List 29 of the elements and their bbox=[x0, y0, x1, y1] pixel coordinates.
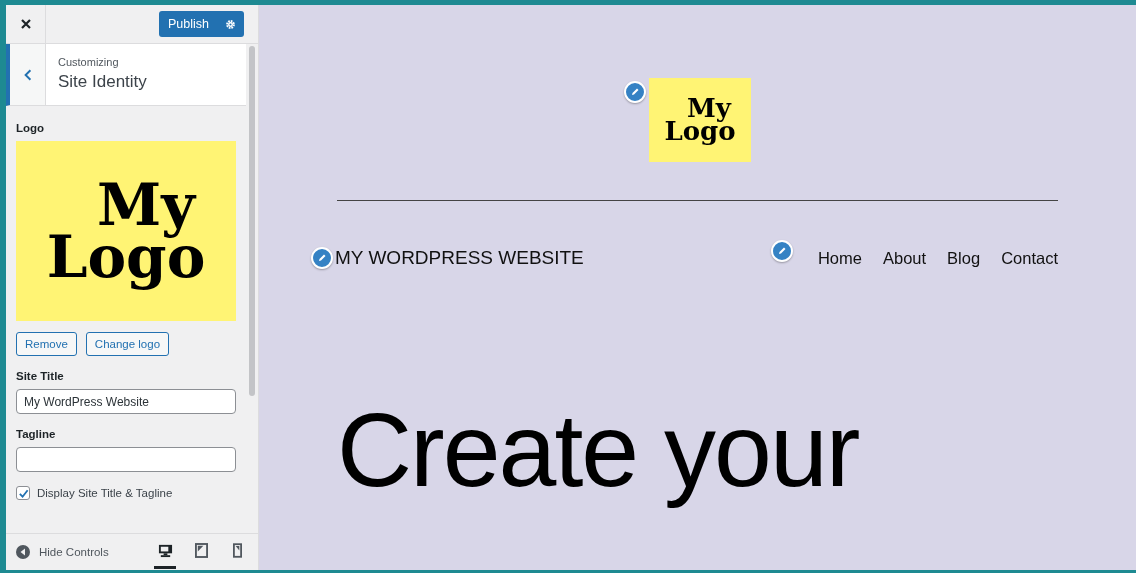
site-title-field[interactable]: My WordPress Website bbox=[16, 389, 236, 414]
triangle-left-icon[interactable] bbox=[16, 545, 30, 559]
remove-button[interactable]: Remove bbox=[16, 332, 77, 356]
close-icon[interactable] bbox=[19, 18, 32, 30]
publish-button[interactable]: Publish bbox=[159, 11, 217, 37]
hide-controls-button[interactable]: Hide Controls bbox=[16, 545, 109, 559]
checkbox[interactable] bbox=[16, 486, 30, 500]
scrollbar[interactable] bbox=[249, 46, 255, 396]
nav-link[interactable]: Blog bbox=[947, 248, 981, 268]
field-label: Tagline bbox=[16, 428, 56, 440]
checkbox-label: Display Site Title & Tagline bbox=[37, 487, 173, 499]
nav-link[interactable]: Contact bbox=[1001, 248, 1058, 268]
edit-icon[interactable] bbox=[770, 240, 793, 262]
tagline-field[interactable] bbox=[16, 447, 236, 472]
logo-image: My Logo bbox=[649, 78, 751, 162]
field-label: Site Title bbox=[16, 370, 64, 382]
hero-heading: Create your bbox=[337, 391, 860, 510]
site-title[interactable]: MY WORDPRESS WEBSITE bbox=[335, 247, 584, 269]
field-label: Logo bbox=[16, 122, 45, 134]
breadcrumb: Customizing bbox=[58, 56, 120, 68]
change-logo-button[interactable]: Change logo bbox=[85, 332, 170, 356]
edit-icon[interactable] bbox=[311, 247, 333, 269]
settings-icon[interactable] bbox=[217, 11, 244, 37]
logo-image: My Logo bbox=[16, 141, 236, 321]
edit-icon[interactable] bbox=[624, 81, 646, 103]
nav-link[interactable]: Home bbox=[817, 248, 862, 268]
nav-link[interactable]: About bbox=[882, 248, 927, 268]
chevron-left-icon[interactable] bbox=[23, 68, 32, 81]
section-title: Site Identity bbox=[58, 72, 147, 92]
